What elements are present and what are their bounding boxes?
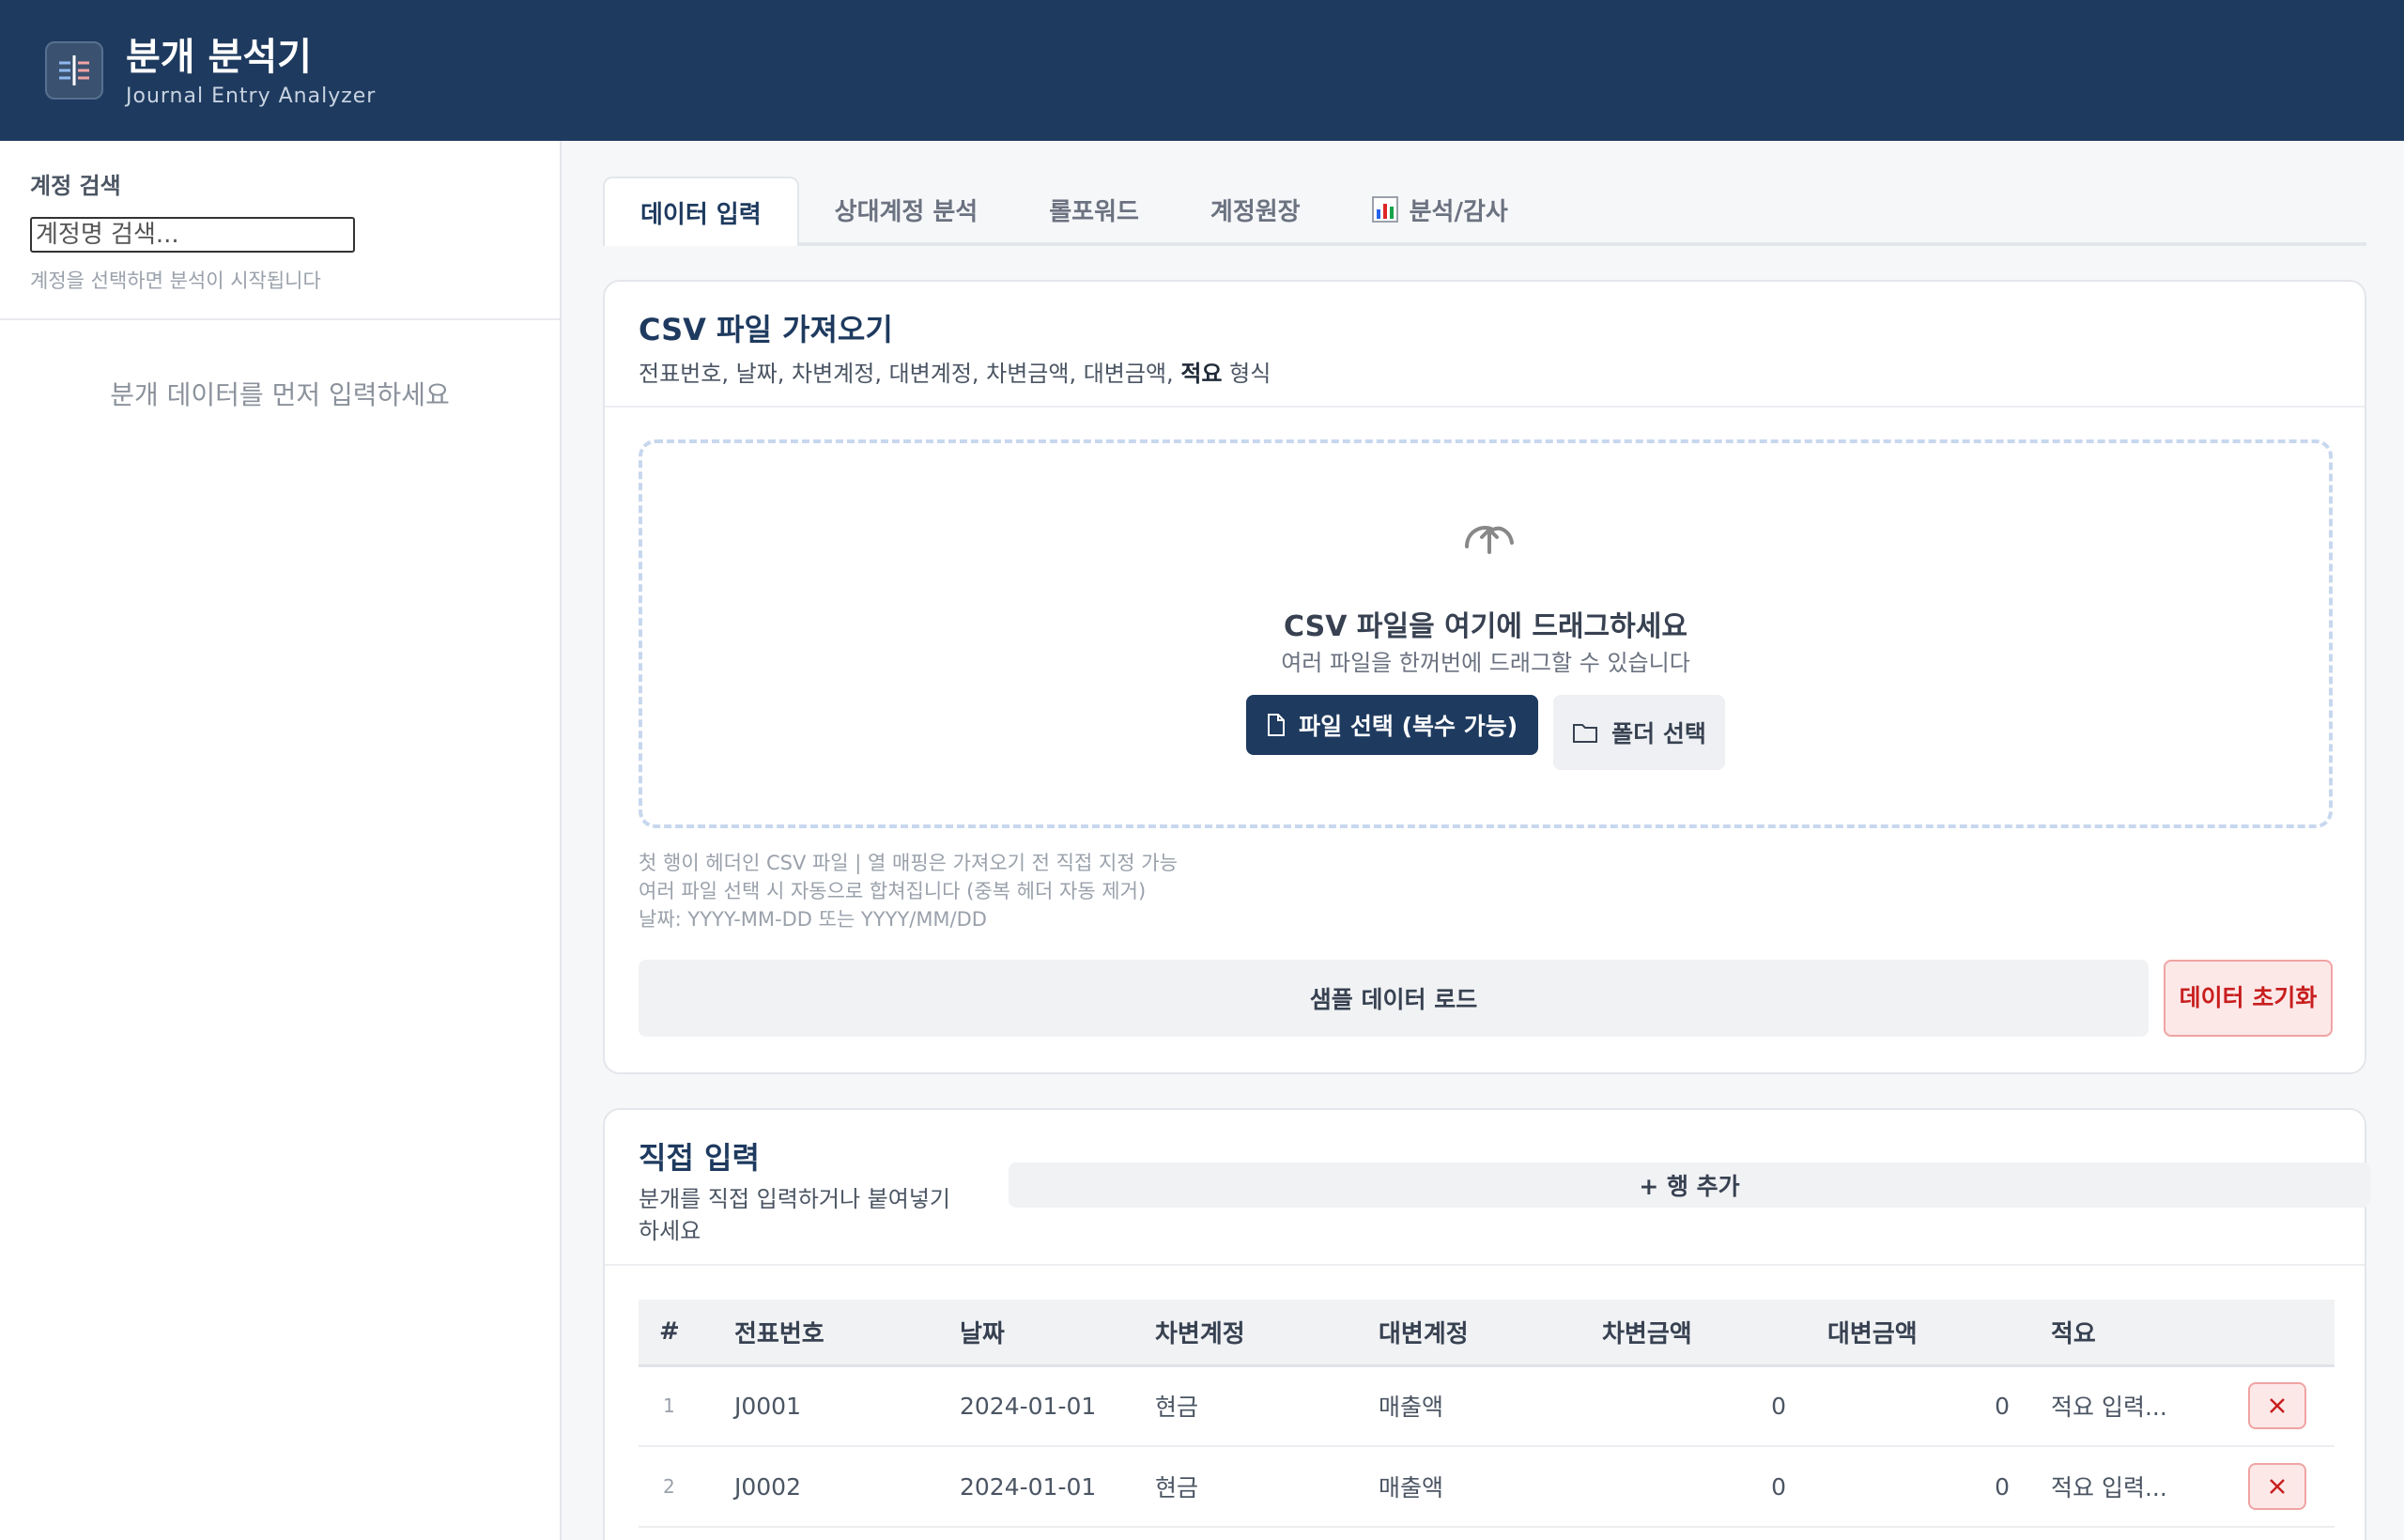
tab-analysis-audit[interactable]: 분석/감사 [1336,177,1544,242]
app-title: 분개 분석기 [126,35,312,79]
direct-input-description: 분개를 직접 입력하거나 붙여넣기 하세요 [639,1186,951,1244]
import-notes: 첫 행이 헤더인 CSV 파일 | 열 매핑은 가져오기 전 직접 지정 가능 … [639,849,1178,933]
journal-table: # 전표번호 날짜 차변계정 대변계정 차변금액 대변금액 적요 1 J0001… [639,1300,2335,1528]
col-header-voucher: 전표번호 [734,1319,824,1348]
direct-input-card: 직접 입력 분개를 직접 입력하거나 붙여넣기 하세요 + 행 추가 # 전표번… [603,1108,2370,1540]
voucher-cell[interactable]: J0001 [714,1365,939,1447]
folder-icon [1573,724,1598,743]
debit-amount-cell[interactable]: 0 [1581,1365,1807,1447]
account-search-hint: 계정을 선택하면 분석이 시작됩니다 [30,270,321,292]
delete-row-button[interactable] [2248,1463,2306,1510]
upload-cloud-icon [1461,518,1518,560]
csv-import-description: 전표번호, 날짜, 차변계정, 대변계정, 차변금액, 대변금액, 적요 형식 [639,361,1271,387]
table-row: 1 J0001 2024-01-01 현금 매출액 0 0 적요 입력... [639,1365,2335,1447]
close-icon [2270,1398,2285,1414]
bar-chart-icon [1371,196,1400,223]
date-cell[interactable]: 2024-01-01 [939,1365,1134,1447]
delete-row-button[interactable] [2248,1382,2306,1430]
reset-data-button[interactable]: 데이터 초기화 [2164,960,2333,1037]
import-note: 날짜: YYYY-MM-DD 또는 YYYY/MM/DD [639,908,987,931]
col-header-debit-account: 차변계정 [1155,1319,1245,1348]
col-header-date: 날짜 [960,1319,1005,1348]
tab-rollforward[interactable]: 롤포워드 [1013,177,1175,242]
col-header-credit-amount: 대변금액 [1827,1319,1918,1348]
col-header-memo: 적요 [2051,1319,2096,1348]
tab-ledger[interactable]: 계정원장 [1175,177,1336,242]
credit-amount-cell[interactable]: 0 [1807,1446,2030,1528]
table-row: 2 J0002 2024-01-01 현금 매출액 0 0 적요 입력... [639,1446,2335,1528]
col-header-index: # [659,1317,680,1347]
tab-data-input[interactable]: 데이터 입력 [603,177,799,246]
select-files-button[interactable]: 파일 선택 (복수 가능) [1246,695,1539,755]
add-row-button[interactable]: + 행 추가 [1009,1163,2370,1208]
csv-import-title: CSV 파일 가져오기 [639,312,893,347]
credit-account-cell[interactable]: 매출액 [1358,1365,1581,1447]
account-search-label: 계정 검색 [30,173,121,199]
csv-import-card: CSV 파일 가져오기 전표번호, 날짜, 차변계정, 대변계정, 차변금액, … [603,280,2366,1074]
import-note: 첫 행이 헤더인 CSV 파일 | 열 매핑은 가져오기 전 직접 지정 가능 [639,852,1178,874]
close-icon [2270,1479,2285,1494]
import-note: 여러 파일 선택 시 자동으로 합쳐집니다 (중복 헤더 자동 제거) [639,880,1147,902]
debit-account-cell[interactable]: 현금 [1134,1365,1358,1447]
main-content: 데이터 입력 상대계정 분석 롤포워드 계정원장 분석/감사 CSV 파일 가져… [563,141,2404,1540]
col-header-debit-amount: 차변금액 [1602,1319,1692,1348]
col-header-actions [2227,1300,2335,1365]
date-cell[interactable]: 2024-01-01 [939,1446,1134,1528]
file-icon [1268,714,1286,736]
credit-amount-cell[interactable]: 0 [1807,1365,2030,1447]
credit-account-cell[interactable]: 매출액 [1358,1446,1581,1528]
dropzone-title: CSV 파일을 여기에 드래그하세요 [1284,610,1687,643]
row-actions [2227,1446,2335,1528]
tab-counter-account-analysis[interactable]: 상대계정 분석 [799,177,1014,242]
ledger-icon [45,41,103,100]
memo-cell[interactable]: 적요 입력... [2030,1365,2227,1447]
select-folder-button[interactable]: 폴더 선택 [1553,695,1725,770]
row-index: 2 [639,1446,714,1528]
table-header-row: # 전표번호 날짜 차변계정 대변계정 차변금액 대변금액 적요 [639,1300,2335,1365]
memo-cell[interactable]: 적요 입력... [2030,1446,2227,1528]
debit-amount-cell[interactable]: 0 [1581,1446,1807,1528]
row-index: 1 [639,1365,714,1447]
load-sample-data-button[interactable]: 샘플 데이터 로드 [639,960,2149,1037]
app-header: 분개 분석기 Journal Entry Analyzer [0,0,2404,141]
debit-account-cell[interactable]: 현금 [1134,1446,1358,1528]
row-actions [2227,1365,2335,1447]
csv-dropzone[interactable]: CSV 파일을 여기에 드래그하세요 여러 파일을 한꺼번에 드래그할 수 있습… [639,439,2333,828]
sidebar-empty-message: 분개 데이터를 먼저 입력하세요 [110,379,450,410]
account-search-input[interactable] [30,217,355,253]
col-header-credit-account: 대변계정 [1379,1319,1469,1348]
app-subtitle: Journal Entry Analyzer [126,84,377,108]
tab-bar: 데이터 입력 상대계정 분석 롤포워드 계정원장 분석/감사 [603,177,2366,246]
dropzone-subtitle: 여러 파일을 한꺼번에 드래그할 수 있습니다 [1281,650,1690,676]
sidebar: 계정 검색 계정을 선택하면 분석이 시작됩니다 분개 데이터를 먼저 입력하세… [0,141,562,1540]
voucher-cell[interactable]: J0002 [714,1446,939,1528]
